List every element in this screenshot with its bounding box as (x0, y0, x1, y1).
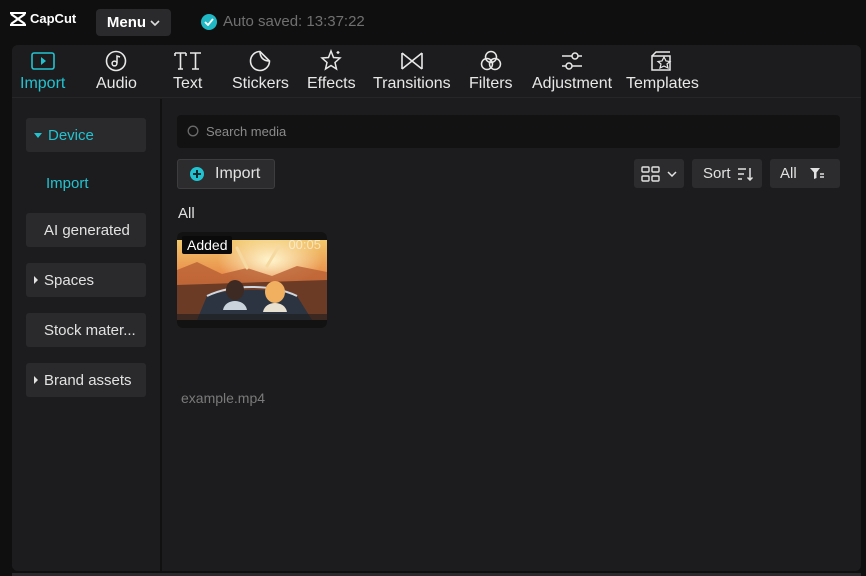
capcut-logo-icon (10, 11, 26, 26)
filter-icon (809, 168, 824, 179)
added-badge: Added (182, 236, 233, 254)
search-input[interactable]: Search media (177, 115, 840, 148)
sidebar-item-import[interactable]: Import (26, 166, 146, 200)
caret-down-icon (34, 132, 42, 138)
import-button[interactable]: Import (177, 159, 275, 189)
adjustment-icon (560, 48, 584, 74)
sidebar-item-spaces[interactable]: Spaces (26, 263, 146, 297)
sort-button[interactable]: Sort (692, 159, 762, 188)
grid-view-icon (641, 165, 660, 182)
media-card[interactable]: Added 00:05 (177, 232, 327, 328)
check-icon (201, 13, 217, 30)
plus-icon (190, 167, 204, 181)
tab-label: Stickers (232, 75, 289, 92)
media-panel: Import Audio Text Stickers Effects Trans… (12, 45, 861, 571)
media-content: Search media Import Sort All All Added 0… (164, 99, 861, 571)
sidebar-item-ai-generated[interactable]: AI generated (26, 213, 146, 247)
asset-toolbar: Import Audio Text Stickers Effects Trans… (12, 45, 861, 98)
tab-audio[interactable]: Audio (96, 48, 137, 96)
sort-icon (737, 167, 753, 181)
sidebar: Device Import AI generated Spaces Stock … (12, 99, 162, 571)
stickers-icon (249, 48, 271, 74)
filters-icon (479, 48, 503, 74)
tab-templates[interactable]: Templates (626, 48, 699, 96)
tab-label: Adjustment (532, 75, 613, 92)
title-bar: CapCut Menu Auto saved: 13:37:22 (0, 0, 866, 44)
search-placeholder: Search media (206, 124, 287, 139)
sort-label: Sort (703, 165, 731, 182)
video-duration: 00:05 (288, 237, 321, 252)
search-icon (187, 125, 199, 137)
sidebar-item-device[interactable]: Device (26, 118, 146, 152)
media-filename: example.mp4 (181, 390, 266, 406)
tab-transitions[interactable]: Transitions (373, 48, 451, 96)
tab-filters[interactable]: Filters (469, 48, 513, 96)
templates-icon (650, 48, 674, 74)
tab-label: Filters (469, 75, 513, 92)
capcut-logo: CapCut (10, 11, 76, 26)
autosave-text: Auto saved: 13:37:22 (223, 13, 365, 30)
sidebar-item-label: Device (48, 126, 94, 144)
filter-button[interactable]: All (770, 159, 840, 188)
caret-right-icon (34, 276, 38, 284)
sidebar-item-brand-assets[interactable]: Brand assets (26, 363, 146, 397)
tab-label: Transitions (373, 75, 451, 92)
tab-label: Templates (626, 75, 699, 92)
logo-text: CapCut (30, 11, 77, 26)
chevron-down-icon (150, 19, 160, 26)
view-mode-dropdown[interactable] (634, 159, 684, 188)
autosave-status: Auto saved: 13:37:22 (201, 13, 365, 30)
caret-right-icon (34, 376, 38, 384)
transitions-icon (400, 48, 424, 74)
tab-label: Audio (96, 75, 137, 92)
filter-label: All (780, 165, 797, 182)
tab-text[interactable]: Text (173, 48, 202, 96)
sidebar-item-label: AI generated (44, 221, 130, 239)
section-title: All (178, 205, 195, 222)
tab-label: Text (173, 75, 203, 92)
effects-icon (319, 48, 343, 74)
menu-button[interactable]: Menu (96, 9, 171, 36)
menu-label: Menu (106, 14, 147, 31)
sidebar-item-label: Stock mater... (44, 321, 136, 339)
import-icon (30, 48, 55, 74)
sidebar-item-label: Spaces (44, 271, 95, 289)
tab-label: Effects (307, 75, 356, 92)
tab-import[interactable]: Import (20, 48, 65, 96)
tab-effects[interactable]: Effects (307, 48, 356, 96)
sidebar-item-label: Import (46, 174, 89, 192)
sidebar-item-stock-material[interactable]: Stock mater... (26, 313, 146, 347)
tab-label: Import (20, 75, 66, 92)
tab-adjustment[interactable]: Adjustment (532, 48, 612, 96)
text-icon (173, 48, 202, 74)
import-button-label: Import (215, 165, 261, 182)
tab-stickers[interactable]: Stickers (232, 48, 289, 96)
sidebar-item-label: Brand assets (44, 371, 132, 389)
chevron-down-icon (667, 170, 677, 177)
audio-icon (105, 48, 127, 74)
